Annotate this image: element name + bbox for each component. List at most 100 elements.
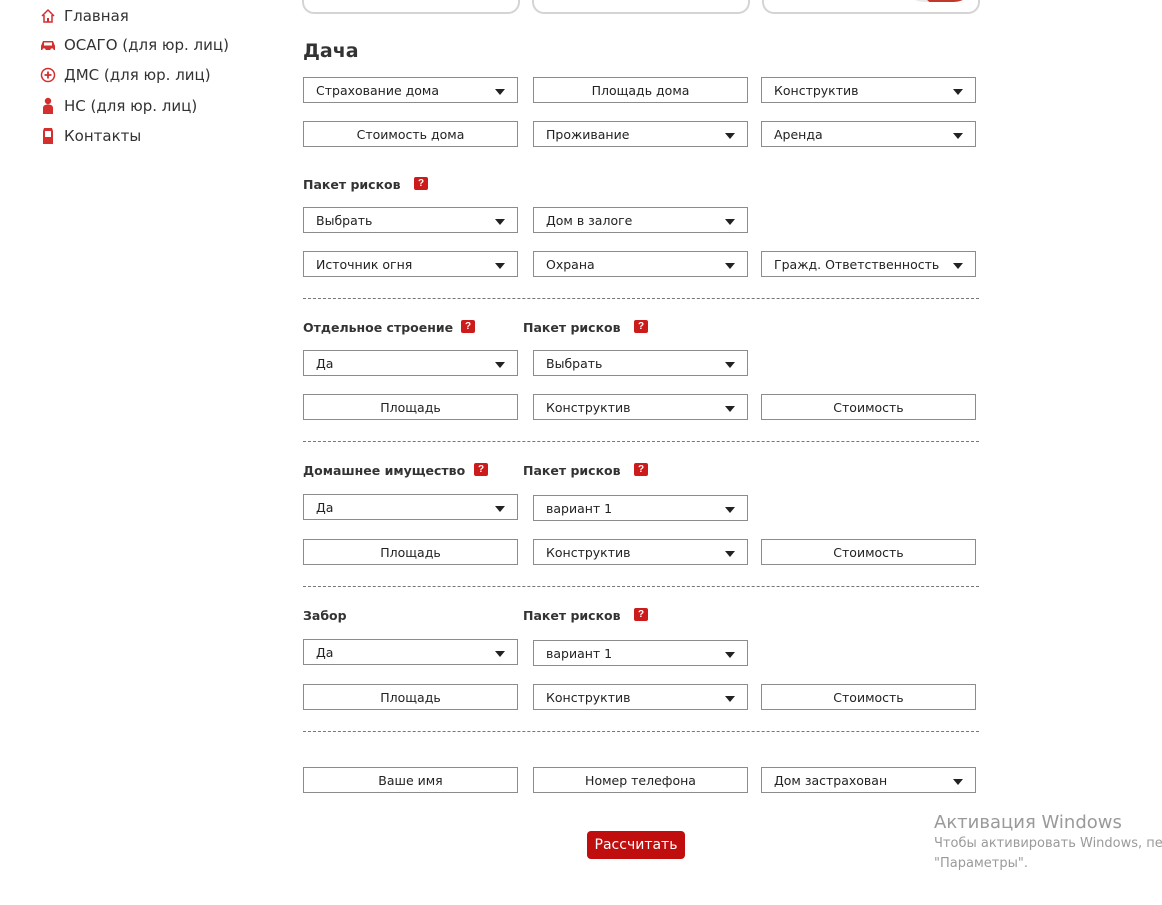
fence-area-input[interactable]: Площадь	[303, 684, 518, 710]
chevron-down-icon	[495, 361, 505, 368]
property-package-select[interactable]: вариант 1	[533, 495, 748, 521]
car-icon	[38, 35, 58, 55]
select-value: Аренда	[774, 126, 823, 142]
medical-cross-icon	[38, 65, 58, 85]
separate-building-select[interactable]: Да	[303, 350, 518, 376]
help-icon[interactable]: ?	[634, 320, 648, 333]
house-area-input[interactable]: Площадь дома	[533, 77, 748, 103]
home-property-select[interactable]: Да	[303, 494, 518, 520]
chevron-down-icon	[953, 778, 963, 785]
help-icon[interactable]: ?	[474, 463, 488, 476]
chevron-down-icon	[725, 132, 735, 139]
insured-status-select[interactable]: Дом застрахован	[761, 767, 976, 793]
input-placeholder: Площадь	[380, 689, 441, 705]
calculate-button[interactable]: Рассчитать	[587, 831, 685, 859]
windows-activation-watermark: Активация Windows Чтобы активировать Win…	[934, 812, 1162, 874]
sidebar-item-contacts[interactable]: Контакты	[38, 124, 141, 148]
property-cost-input[interactable]: Стоимость	[761, 539, 976, 565]
civil-liability-select[interactable]: Гражд. Ответственность	[761, 251, 976, 277]
input-placeholder: Площадь	[380, 399, 441, 415]
property-construction-select[interactable]: Конструктив	[533, 539, 748, 565]
sidebar-item-dms[interactable]: ДМС (для юр. лиц)	[38, 63, 211, 87]
select-value: Выбрать	[316, 212, 373, 228]
select-value: вариант 1	[546, 500, 613, 516]
select-value: Конструктив	[546, 689, 631, 705]
section-divider	[303, 586, 979, 587]
sidebar-item-ns[interactable]: НС (для юр. лиц)	[38, 94, 197, 118]
select-value: Конструктив	[774, 82, 859, 98]
fence-package-select[interactable]: вариант 1	[533, 640, 748, 666]
risk-package-label: Пакет рисков	[523, 463, 621, 478]
sidebar-item-label: Главная	[64, 7, 129, 25]
rent-select[interactable]: Аренда	[761, 121, 976, 147]
sidebar-item-label: ДМС (для юр. лиц)	[64, 66, 211, 84]
home-property-label: Домашнее имущество	[303, 463, 466, 478]
phone-input[interactable]: Номер телефона	[533, 767, 748, 793]
select-value: Проживание	[546, 126, 630, 142]
construction-select[interactable]: Конструктив	[761, 77, 976, 103]
chevron-down-icon	[725, 651, 735, 658]
person-icon	[38, 96, 58, 116]
chevron-down-icon	[953, 262, 963, 269]
risk-package-label: Пакет рисков	[303, 177, 401, 192]
insurance-type-select[interactable]: Страхование дома	[303, 77, 518, 103]
card-image	[904, 0, 974, 2]
section-divider	[303, 731, 979, 732]
building-package-select[interactable]: Выбрать	[533, 350, 748, 376]
residence-select[interactable]: Проживание	[533, 121, 748, 147]
help-icon[interactable]: ?	[414, 177, 428, 190]
fence-cost-input[interactable]: Стоимость	[761, 684, 976, 710]
input-placeholder: Площадь дома	[591, 82, 690, 98]
risk-package-label: Пакет рисков	[523, 320, 621, 335]
watermark-title: Активация Windows	[934, 812, 1122, 833]
sidebar-item-label: НС (для юр. лиц)	[64, 97, 198, 115]
watermark-line: "Параметры".	[934, 856, 1028, 871]
fence-select[interactable]: Да	[303, 639, 518, 665]
insurance-card-2[interactable]	[532, 0, 750, 14]
house-cost-input[interactable]: Стоимость дома	[303, 121, 518, 147]
select-value: Страхование дома	[316, 82, 440, 98]
watermark-line: Чтобы активировать Windows, пе	[934, 836, 1162, 851]
property-area-input[interactable]: Площадь	[303, 539, 518, 565]
input-placeholder: Номер телефона	[585, 772, 696, 788]
chevron-down-icon	[725, 506, 735, 513]
sidebar-item-label: Контакты	[64, 127, 142, 145]
select-value: Конструктив	[546, 399, 631, 415]
name-input[interactable]: Ваше имя	[303, 767, 518, 793]
risk-package-select[interactable]: Выбрать	[303, 207, 518, 233]
chevron-down-icon	[495, 88, 505, 95]
help-icon[interactable]: ?	[461, 320, 475, 333]
fence-label: Забор	[303, 608, 347, 623]
building-area-input[interactable]: Площадь	[303, 394, 518, 420]
select-value: Дом застрахован	[774, 772, 888, 788]
fence-construction-select[interactable]: Конструктив	[533, 684, 748, 710]
help-icon[interactable]: ?	[634, 463, 648, 476]
chevron-down-icon	[725, 405, 735, 412]
sidebar-item-home[interactable]: Главная	[38, 4, 129, 28]
home-icon	[38, 6, 58, 26]
phone-icon	[38, 126, 58, 146]
chevron-down-icon	[725, 218, 735, 225]
select-value: Источник огня	[316, 256, 413, 272]
sidebar-item-osago[interactable]: ОСАГО (для юр. лиц)	[38, 33, 229, 57]
input-placeholder: Ваше имя	[378, 772, 443, 788]
chevron-down-icon	[725, 695, 735, 702]
insurance-card-1[interactable]	[302, 0, 520, 14]
section-divider	[303, 298, 979, 299]
select-value: Конструктив	[546, 544, 631, 560]
chevron-down-icon	[495, 262, 505, 269]
help-icon[interactable]: ?	[634, 608, 648, 621]
insurance-card-3[interactable]	[762, 0, 980, 14]
building-construction-select[interactable]: Конструктив	[533, 394, 748, 420]
building-cost-input[interactable]: Стоимость	[761, 394, 976, 420]
page-title: Дача	[303, 40, 359, 62]
fire-source-select[interactable]: Источник огня	[303, 251, 518, 277]
security-select[interactable]: Охрана	[533, 251, 748, 277]
select-value: Да	[316, 644, 334, 660]
chevron-down-icon	[953, 132, 963, 139]
pledged-house-select[interactable]: Дом в залоге	[533, 207, 748, 233]
risk-package-label: Пакет рисков	[523, 608, 621, 623]
select-value: Дом в залоге	[546, 212, 633, 228]
input-placeholder: Стоимость	[833, 544, 904, 560]
chevron-down-icon	[953, 88, 963, 95]
